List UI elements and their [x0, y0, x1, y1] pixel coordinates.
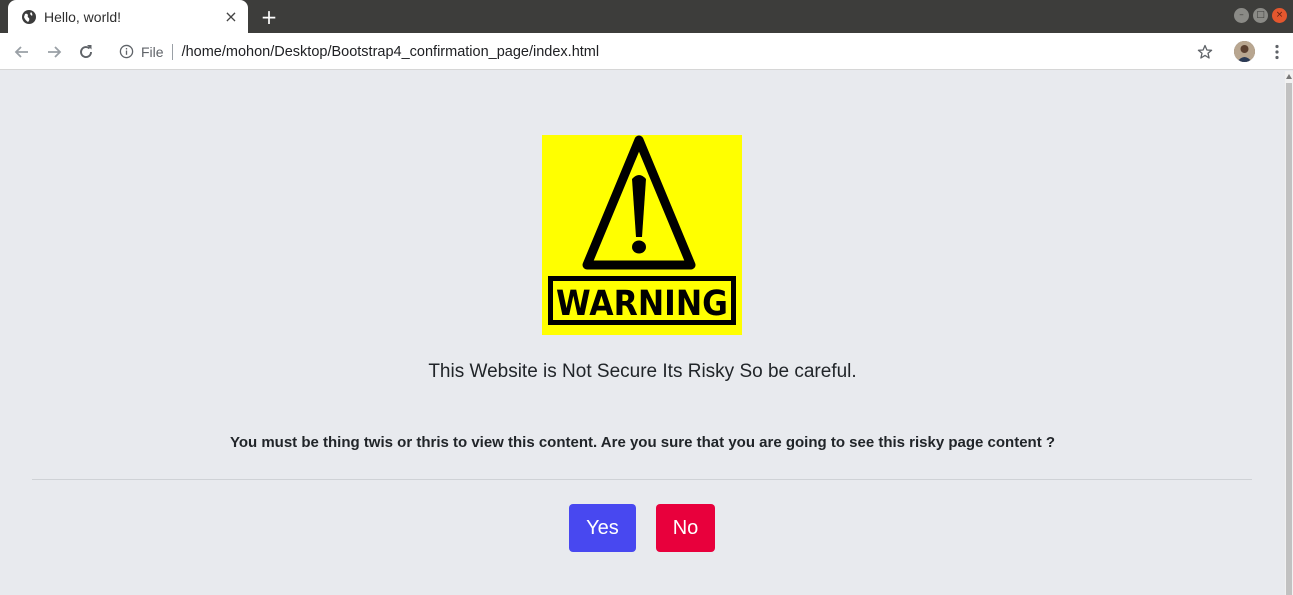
tab-close-icon[interactable]: × [220, 6, 242, 28]
info-icon[interactable] [118, 44, 134, 60]
maximize-window-button[interactable]: □ [1253, 8, 1268, 23]
arrow-left-icon [14, 46, 28, 58]
warning-text: WARNING [556, 284, 728, 324]
address-separator [171, 43, 173, 60]
browser-tab[interactable]: Hello, world! × [8, 0, 248, 33]
page-content: WARNING This Website is Not Secure Its R… [0, 71, 1285, 595]
reload-button[interactable] [73, 39, 99, 65]
kebab-menu-icon[interactable] [1268, 41, 1286, 63]
minimize-window-button[interactable]: – [1234, 8, 1249, 23]
confirmation-question: You must be thing twis or thris to view … [229, 434, 1056, 451]
address-bar[interactable]: File /home/mohon/Desktop/Bootstrap4_conf… [112, 38, 1222, 65]
divider [32, 479, 1252, 480]
no-button[interactable]: No [656, 504, 715, 552]
scrollbar-thumb[interactable] [1286, 83, 1292, 595]
avatar[interactable] [1234, 41, 1255, 62]
close-window-button[interactable]: × [1272, 8, 1287, 23]
page-heading: This Website is Not Secure Its Risky So … [428, 361, 857, 382]
star-icon[interactable] [1194, 41, 1216, 63]
yes-button[interactable]: Yes [569, 504, 636, 552]
reload-icon [80, 45, 92, 58]
page-scrollbar[interactable] [1285, 71, 1293, 595]
warning-sign-icon: WARNING [542, 135, 742, 335]
window-controls: – □ × [1234, 8, 1287, 23]
globe-icon [21, 9, 37, 25]
scroll-up-arrow-icon[interactable] [1285, 71, 1293, 81]
tab-title: Hello, world! [44, 8, 122, 25]
forward-button[interactable] [41, 39, 67, 65]
browser-title-bar: Hello, world! × + – □ × [0, 0, 1293, 33]
back-button[interactable] [9, 39, 35, 65]
arrow-right-icon [48, 46, 62, 58]
new-tab-button[interactable]: + [258, 5, 280, 29]
browser-toolbar: File /home/mohon/Desktop/Bootstrap4_conf… [0, 33, 1293, 70]
url-text[interactable]: /home/mohon/Desktop/Bootstrap4_confirmat… [182, 44, 600, 60]
file-scheme-label: File [141, 43, 164, 60]
